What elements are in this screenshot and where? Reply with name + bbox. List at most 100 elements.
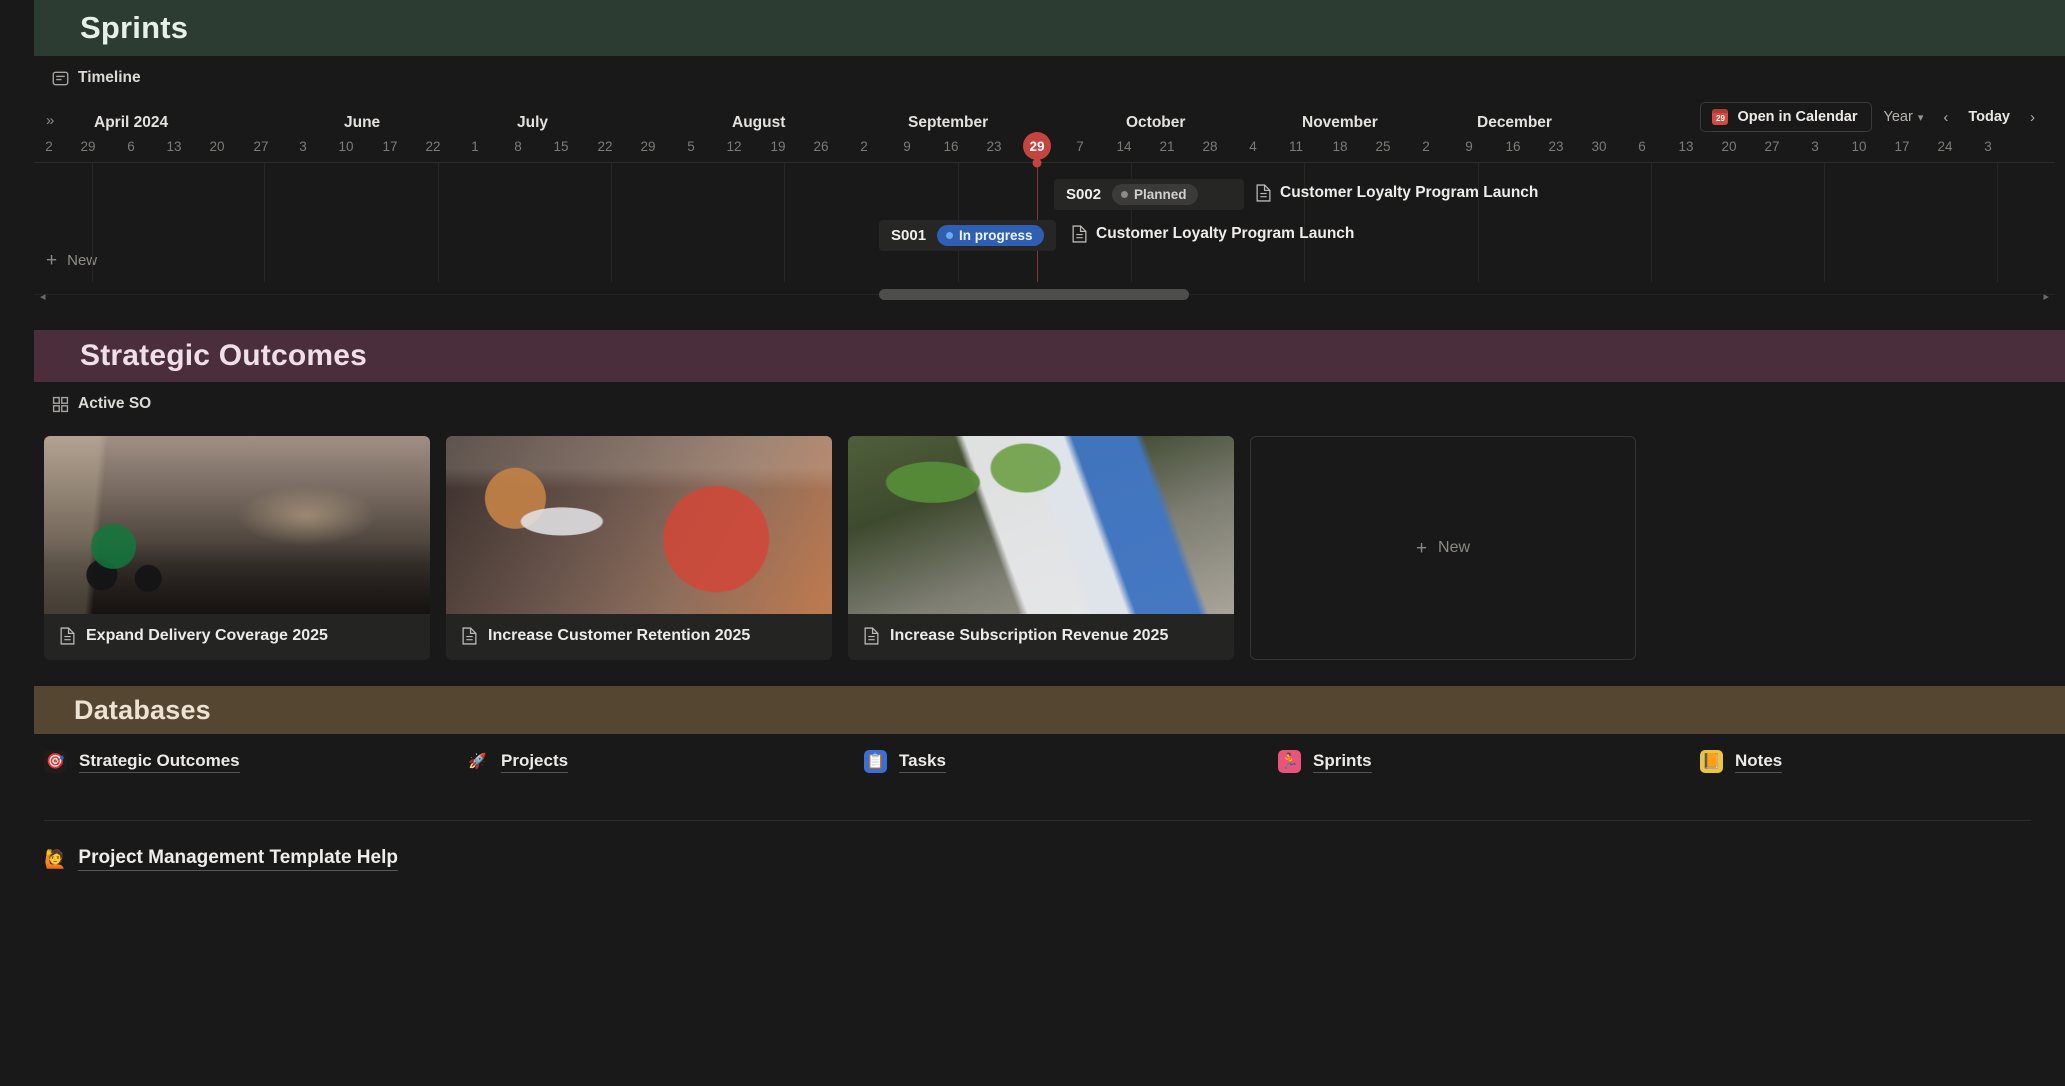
timeline-day-label: 13 — [1678, 139, 1694, 154]
database-link-label: Sprints — [1313, 751, 1372, 773]
timeline-month-label: September — [908, 114, 989, 131]
timeline-range-selector[interactable]: Year ▾ — [1874, 103, 1934, 131]
sprint-id: S001 — [891, 227, 927, 244]
outcome-card[interactable]: Increase Customer Retention 2025 — [446, 436, 832, 660]
timeline-day-label: 9 — [1465, 139, 1473, 154]
status-dot-icon — [1121, 191, 1129, 198]
outcomes-view-header[interactable]: Active SO — [0, 382, 2065, 426]
timeline-gridline — [438, 163, 439, 282]
help-link[interactable]: 🙋 Project Management Template Help — [0, 821, 2065, 871]
outcome-card-caption: Increase Subscription Revenue 2025 — [848, 614, 1234, 660]
timeline-new-row-button[interactable]: + New — [46, 251, 97, 270]
timeline-day-label: 22 — [597, 139, 613, 154]
timeline-day-label: 20 — [1721, 139, 1737, 154]
timeline-day-label: 12 — [726, 139, 742, 154]
timeline-month-label: April 2024 — [94, 114, 169, 131]
outcomes-gallery: Expand Delivery Coverage 2025 Increase Cu… — [0, 426, 2065, 660]
timeline-month-label: August — [732, 114, 786, 131]
timeline-container: » April 2024 June July August September Octob… — [34, 100, 2055, 308]
sprints-view-header[interactable]: Timeline — [0, 56, 2065, 100]
open-in-calendar-button[interactable]: 29 Open in Calendar — [1700, 102, 1872, 132]
timeline-toolbar: 29 Open in Calendar Year ▾ ‹ Today › — [1700, 100, 2043, 134]
timeline-range-label: Year — [1883, 109, 1913, 125]
sprint-status-label: Planned — [1134, 187, 1187, 202]
timeline-day-label: 13 — [166, 139, 182, 154]
database-link-notes[interactable]: 📙 Notes — [1700, 750, 1783, 773]
timeline-day-label: 10 — [338, 139, 354, 154]
scrollbar-thumb[interactable] — [879, 289, 1189, 300]
timeline-day-label: 19 — [770, 139, 786, 154]
timeline-day-label: 26 — [813, 139, 829, 154]
outcome-card-image — [848, 436, 1234, 614]
outcome-card[interactable]: Expand Delivery Coverage 2025 — [44, 436, 430, 660]
database-link-label: Notes — [1735, 751, 1783, 773]
timeline-day-label: 3 — [1984, 139, 1992, 154]
timeline-gridline — [784, 163, 785, 282]
database-link-sprints[interactable]: 🏃 Sprints — [1278, 750, 1372, 773]
calendar-icon-day: 29 — [1716, 114, 1725, 123]
timeline-day-label: 29 — [640, 139, 656, 154]
plus-icon: + — [46, 250, 58, 271]
timeline-day-label: 17 — [1894, 139, 1910, 154]
new-outcome-card-button[interactable]: + New — [1250, 436, 1636, 660]
scroll-right-arrow-icon[interactable]: ▸ — [2043, 290, 2049, 303]
timeline-sprint-title[interactable]: Customer Loyalty Program Launch — [1256, 184, 1538, 202]
timeline-today-label: Today — [1968, 109, 2010, 125]
timeline-prev-button[interactable]: ‹ — [1935, 105, 1956, 130]
database-link-strategic-outcomes[interactable]: 🎯 Strategic Outcomes — [44, 750, 240, 773]
outcome-card-title: Expand Delivery Coverage 2025 — [86, 627, 328, 644]
timeline-day-label: 5 — [687, 139, 695, 154]
sprints-title: Sprints — [80, 10, 189, 45]
timeline-sprint-title[interactable]: Customer Loyalty Program Launch — [1072, 225, 1354, 243]
database-link-tasks[interactable]: 📋 Tasks — [864, 750, 946, 773]
database-icon: 📙 — [1700, 750, 1723, 773]
sprint-status-badge: In progress — [937, 225, 1044, 246]
timeline-day-label: 27 — [253, 139, 269, 154]
timeline-sprint-bar[interactable]: S002 Planned — [1054, 179, 1244, 210]
timeline-day-label: 6 — [127, 139, 135, 154]
scroll-left-arrow-icon[interactable]: ◂ — [40, 290, 46, 303]
outcome-card[interactable]: Increase Subscription Revenue 2025 — [848, 436, 1234, 660]
timeline-today-dot — [1032, 158, 1042, 168]
timeline-day-label: 24 — [1937, 139, 1953, 154]
open-in-calendar-label: Open in Calendar — [1737, 109, 1858, 125]
timeline-day-label: 18 — [1332, 139, 1348, 154]
new-outcome-card-label: New — [1438, 539, 1471, 556]
timeline-day-label: 1 — [471, 139, 479, 154]
timeline-next-button[interactable]: › — [2022, 105, 2043, 130]
timeline-day-label: 2 — [1422, 139, 1430, 154]
timeline-sprint-bar[interactable]: S001 In progress — [879, 220, 1056, 251]
database-link-label: Tasks — [899, 751, 946, 773]
plus-icon: + — [1415, 537, 1428, 559]
database-link-label: Strategic Outcomes — [79, 751, 240, 773]
timeline-gridline — [1997, 163, 1998, 282]
timeline-day-label: 20 — [209, 139, 225, 154]
database-icon: 📋 — [864, 750, 887, 773]
status-dot-icon — [946, 232, 954, 239]
section-banner-databases: Databases — [34, 686, 2065, 734]
database-icon: 🎯 — [44, 750, 67, 773]
strategic-outcomes-title: Strategic Outcomes — [80, 339, 368, 372]
timeline-gridline — [1824, 163, 1825, 282]
timeline-day-label: 23 — [986, 139, 1002, 154]
page-root: Sprints Timeline » April 2024 June July Aug… — [0, 0, 2065, 1086]
timeline-day-label: 3 — [299, 139, 307, 154]
timeline-grid: + New S002 Planned Customer Loyalty Progra… — [34, 158, 2055, 282]
timeline-gridline — [1651, 163, 1652, 282]
timeline-horizontal-scrollbar[interactable]: ◂ ▸ — [34, 286, 2055, 308]
sprint-id: S002 — [1066, 186, 1102, 203]
timeline-day-label: 15 — [553, 139, 569, 154]
timeline-view-icon — [52, 71, 69, 85]
outcome-card-image — [44, 436, 430, 614]
timeline-day-ruler: 2 29 6 13 20 27 3 10 17 22 1 8 15 22 29 5 12 19 26 2 9 16 23 29… — [34, 132, 2055, 162]
timeline-today-marker: 29 — [1023, 132, 1051, 160]
timeline-sprint-title-text: Customer Loyalty Program Launch — [1096, 225, 1355, 242]
database-link-projects[interactable]: 🚀 Projects — [466, 750, 569, 773]
timeline-month-label: October — [1126, 114, 1186, 131]
timeline-day-label: 25 — [1375, 139, 1391, 154]
timeline-gridline — [1304, 163, 1305, 282]
timeline-today-button[interactable]: Today — [1958, 103, 2020, 131]
timeline-sprint-title-text: Customer Loyalty Program Launch — [1280, 184, 1539, 201]
person-raising-hand-icon: 🙋 — [44, 849, 67, 869]
timeline-gridline — [611, 163, 612, 282]
